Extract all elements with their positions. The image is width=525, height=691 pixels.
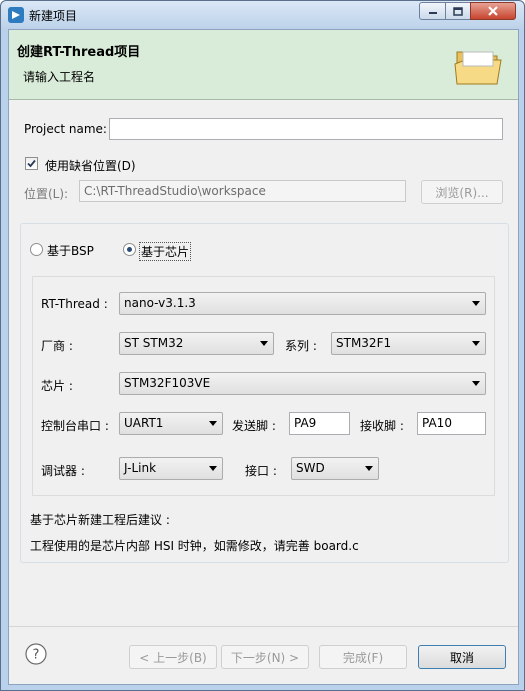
chevron-down-icon [209,421,217,426]
console-uart-value: UART1 [124,416,164,430]
title-bar[interactable]: 新建项目 [1,1,524,29]
project-name-label: Project name: [24,122,107,136]
use-default-location-checkbox[interactable] [25,157,38,170]
console-uart-select[interactable]: UART1 [119,412,223,435]
minimize-icon [428,12,437,14]
rx-pin-label: 接收脚 : [360,419,404,433]
checkmark-icon [27,159,36,168]
dialog-client-area: 创建RT-Thread项目 请输入工程名 Project name: 使用缺省位… [8,29,519,685]
chip-value: STM32F103VE [124,376,211,390]
vendor-select[interactable]: ST STM32 [119,332,274,355]
chevron-down-icon [472,381,480,386]
location-input[interactable]: C:\RT-ThreadStudio\workspace [79,180,406,202]
dialog-window: 新建项目 创建RT-Thread项目 请输入工程名 Project name: … [0,0,525,691]
chip-select[interactable]: STM32F103VE [119,372,486,395]
maximize-icon [453,6,463,16]
window-title: 新建项目 [29,9,78,23]
chevron-down-icon [260,341,268,346]
tx-pin-input[interactable]: PA9 [289,412,350,435]
location-label: 位置(L): [24,187,69,201]
finish-button[interactable]: 完成(F) [319,645,407,669]
series-value: STM32F1 [336,336,392,350]
project-name-input[interactable] [109,118,503,140]
interface-label: 接口 : [245,464,277,478]
open-folder-icon [454,51,502,85]
chip-config-group: RT-Thread : nano-v3.1.3 厂商 : ST STM32 系列… [32,276,495,496]
svg-text:?: ? [33,648,40,663]
chevron-down-icon [209,466,217,471]
rtthread-version-value: nano-v3.1.3 [124,296,196,310]
series-select[interactable]: STM32F1 [331,332,486,355]
debugger-select[interactable]: J-Link [119,457,223,480]
rtthread-version-select[interactable]: nano-v3.1.3 [119,292,486,315]
chevron-down-icon [472,301,480,306]
maximize-button[interactable] [445,2,471,20]
rx-pin-input[interactable]: PA10 [417,412,486,435]
chip-radio[interactable] [123,243,136,256]
rtthread-version-label: RT-Thread : [41,297,108,311]
back-button[interactable]: < 上一步(B) [129,645,217,669]
browse-button[interactable]: 浏览(R)... [421,180,503,204]
debugger-label: 调试器 : [41,464,85,478]
bsp-radio[interactable] [30,243,43,256]
wizard-header: 创建RT-Thread项目 请输入工程名 [9,30,518,100]
chip-label: 芯片 : [41,379,73,393]
debugger-value: J-Link [124,461,157,475]
close-icon [488,6,498,16]
bsp-radio-label: 基于BSP [47,244,94,258]
series-label: 系列 : [285,339,317,353]
close-button[interactable] [470,2,516,20]
next-button[interactable]: 下一步(N) > [221,645,309,669]
interface-value: SWD [296,461,325,475]
chevron-down-icon [472,341,480,346]
wizard-title: 创建RT-Thread项目 [17,45,141,60]
template-panel: 基于BSP 基于芯片 RT-Thread : nano-v3.1.3 厂商 : … [20,223,509,563]
advice-title: 基于芯片新建工程后建议 : [30,513,170,527]
rt-thread-app-icon [8,7,24,23]
interface-select[interactable]: SWD [291,457,379,480]
advice-text: 工程使用的是芯片内部 HSI 时钟，如需修改，请完善 board.c [30,539,359,553]
use-default-location-label: 使用缺省位置(D) [45,159,136,173]
tx-pin-label: 发送脚 : [232,419,276,433]
console-uart-label: 控制台串口 : [41,419,109,433]
chip-radio-label: 基于芯片 [139,242,192,261]
help-icon[interactable]: ? [25,643,47,665]
cancel-button[interactable]: 取消 [418,645,506,669]
vendor-label: 厂商 : [41,339,73,353]
footer-divider [9,626,518,627]
vendor-value: ST STM32 [124,336,184,350]
chevron-down-icon [365,466,373,471]
minimize-button[interactable] [419,2,446,20]
wizard-subtitle: 请输入工程名 [23,70,96,84]
